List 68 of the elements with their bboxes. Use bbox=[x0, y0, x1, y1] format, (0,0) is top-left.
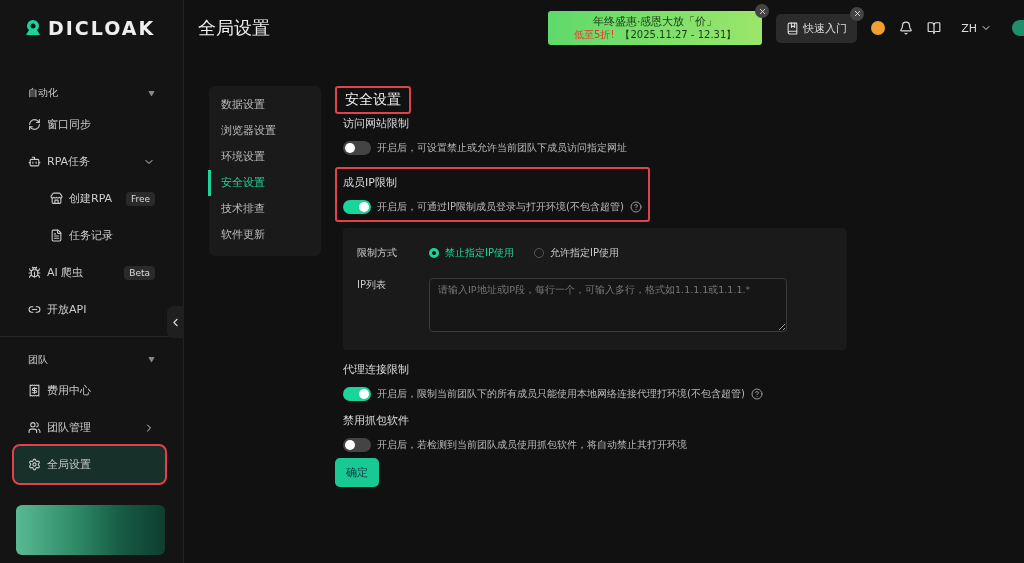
robot-icon bbox=[28, 155, 41, 168]
settings-nav-item[interactable]: 安全设置 bbox=[208, 170, 321, 196]
sidebar-item[interactable]: 任务记录 bbox=[14, 217, 165, 254]
setting-description: 开启后，可设置禁止或允许当前团队下成员访问指定网址 bbox=[377, 141, 627, 155]
quick-start-button[interactable]: 快速入门 bbox=[776, 13, 858, 43]
field-label: 限制方式 bbox=[357, 246, 398, 260]
brand-name: DICLOAK bbox=[48, 17, 156, 39]
book-icon[interactable] bbox=[927, 21, 942, 35]
caret-icon[interactable] bbox=[148, 356, 155, 363]
setting-title: 代理连接限制 bbox=[343, 362, 410, 377]
settings-nav-item[interactable]: 数据设置 bbox=[208, 92, 321, 118]
sidebar-badge: Free bbox=[125, 191, 155, 206]
promo-title: 年终盛惠·感恩大放「价」 bbox=[592, 15, 718, 29]
avatar-icon[interactable] bbox=[1012, 20, 1024, 36]
promo-dates: 低至5折! 【2025.11.27 - 12.31】 bbox=[574, 28, 737, 41]
sidebar-item[interactable]: 团队管理 bbox=[14, 409, 165, 446]
close-icon bbox=[757, 6, 767, 16]
settings-nav-item[interactable]: 环境设置 bbox=[208, 144, 321, 170]
sidebar-item[interactable]: AI 爬虫 Beta bbox=[14, 254, 165, 291]
setting-title: 成员IP限制 bbox=[343, 175, 398, 190]
close-button[interactable] bbox=[755, 4, 770, 18]
close-button[interactable] bbox=[850, 6, 865, 21]
toggle-switch[interactable] bbox=[343, 387, 371, 401]
caret-icon[interactable] bbox=[148, 89, 155, 97]
setting-description: 开启后，可通过IP限制成员登录与打开环境(不包含超管) bbox=[377, 200, 624, 214]
sidebar-item[interactable]: RPA任务 bbox=[14, 143, 165, 180]
receipt-icon bbox=[28, 384, 41, 397]
radio-option[interactable]: 允许指定IP使用 bbox=[534, 246, 619, 260]
sidebar-badge: Beta bbox=[124, 265, 155, 280]
collapse-button[interactable] bbox=[167, 306, 184, 338]
confirm-button[interactable]: 确定 bbox=[335, 458, 379, 487]
sidebar-item[interactable]: 创建RPA Free bbox=[14, 180, 165, 217]
setting-description: 开启后，限制当前团队下的所有成员只能使用本地网络连接代理打环境(不包含超管) bbox=[377, 387, 745, 401]
store-icon bbox=[50, 192, 63, 205]
page-title: 全局设置 bbox=[198, 16, 271, 40]
setting-description: 开启后，若检测到当前团队成员使用抓包软件，将自动禁止其打开环境 bbox=[377, 438, 687, 452]
settings-nav-item[interactable]: 软件更新 bbox=[208, 222, 321, 248]
setting-title: 访问网站限制 bbox=[343, 116, 410, 131]
help-icon[interactable] bbox=[750, 388, 763, 400]
document-icon bbox=[50, 229, 63, 242]
settings-nav-item[interactable]: 技术排查 bbox=[208, 196, 321, 222]
settings-nav-item[interactable]: 浏览器设置 bbox=[208, 118, 321, 144]
section-title: 安全设置 bbox=[335, 86, 411, 114]
sidebar-item[interactable]: 全局设置 bbox=[14, 446, 165, 483]
book-icon bbox=[786, 21, 800, 35]
settings-icon bbox=[28, 458, 41, 471]
users-icon bbox=[28, 421, 41, 434]
toggle-switch[interactable] bbox=[343, 438, 371, 452]
section-label: 自动化 bbox=[28, 86, 58, 100]
sidebar-item[interactable]: 窗口同步 bbox=[14, 106, 165, 143]
setting-title: 禁用抓包软件 bbox=[343, 413, 410, 428]
close-icon bbox=[852, 9, 862, 18]
logo-icon bbox=[24, 19, 42, 37]
toggle-switch[interactable] bbox=[343, 141, 371, 155]
radio-option[interactable]: 禁止指定IP使用 bbox=[429, 246, 514, 260]
language-button[interactable]: ZH bbox=[955, 20, 998, 36]
sync-icon bbox=[28, 118, 41, 131]
bell-icon[interactable] bbox=[899, 21, 914, 35]
toggle-switch[interactable] bbox=[343, 200, 371, 214]
link-icon bbox=[28, 303, 41, 316]
section-label: 团队 bbox=[28, 352, 48, 367]
sidebar-item[interactable]: 费用中心 bbox=[14, 372, 165, 409]
sidebar-item[interactable]: 开放API bbox=[14, 291, 165, 328]
bug-icon bbox=[28, 266, 41, 279]
help-icon[interactable] bbox=[629, 201, 642, 213]
promo-banner[interactable]: 年终盛惠·感恩大放「价」 低至5折! 【2025.11.27 - 12.31】 bbox=[548, 11, 763, 45]
field-label: IP列表 bbox=[357, 278, 387, 292]
coin-icon[interactable] bbox=[871, 21, 886, 35]
